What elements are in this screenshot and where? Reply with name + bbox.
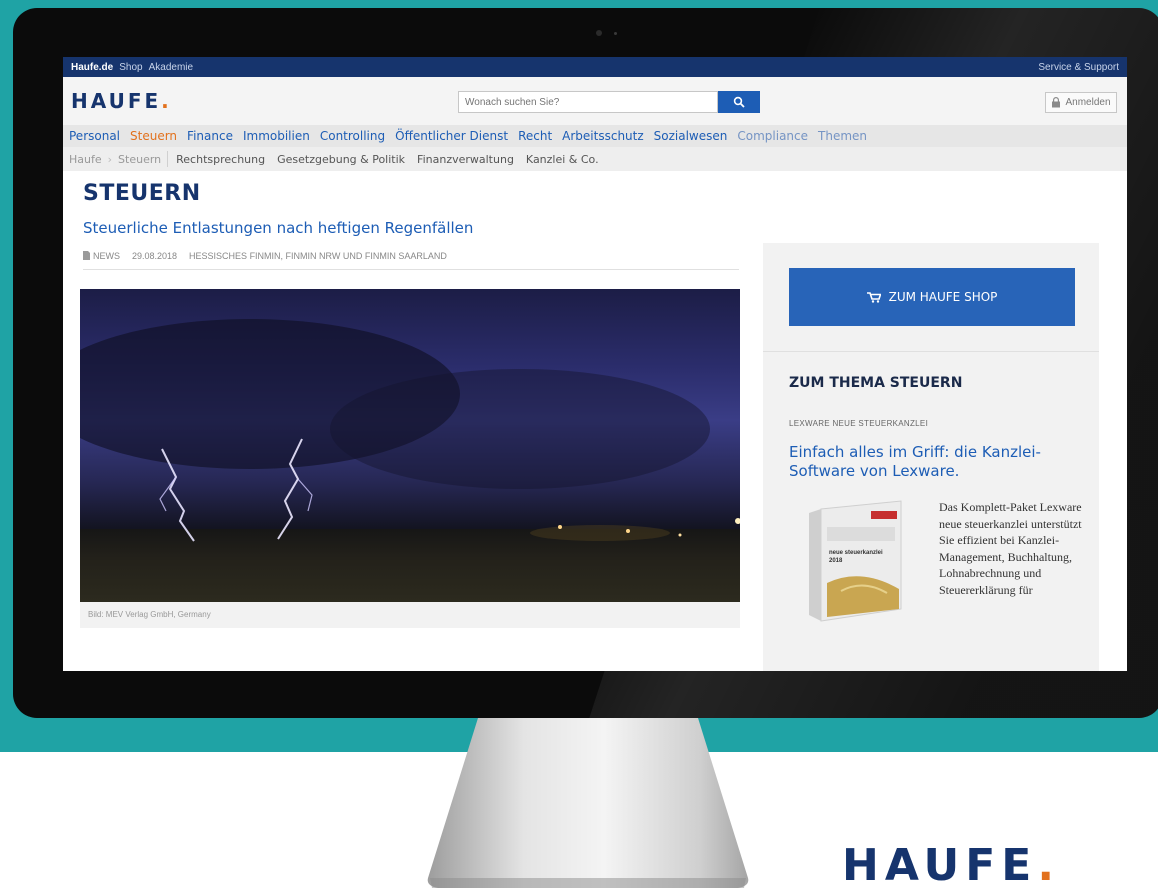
meta-type-label: NEWS xyxy=(93,251,120,261)
sidebar: ZUM HAUFE SHOP ZUM THEMA STEUERN LEXWARE… xyxy=(763,243,1099,671)
nav-item-finance[interactable]: Finance xyxy=(187,129,233,143)
camera-icon xyxy=(596,30,602,36)
brand-logo: HAUFE. xyxy=(842,840,1060,892)
sidebar-headline[interactable]: Einfach alles im Griff: die Kanzlei-Soft… xyxy=(789,443,1089,481)
logo-dot: . xyxy=(161,89,172,113)
meta-date: 29.08.2018 xyxy=(132,251,178,261)
nav-item-compliance[interactable]: Compliance xyxy=(737,129,808,143)
nav-item-recht[interactable]: Recht xyxy=(518,129,552,143)
breadcrumb-steuern[interactable]: Steuern xyxy=(118,153,161,166)
meta-source: HESSISCHES FINMIN, FINMIN NRW UND FINMIN… xyxy=(189,251,447,261)
image-caption: Bild: MEV Verlag GmbH, Germany xyxy=(80,602,740,628)
subnav-item-finanzverwaltung[interactable]: Finanzverwaltung xyxy=(417,153,514,166)
service-support-link[interactable]: Service & Support xyxy=(1038,62,1119,73)
sidebar-title: ZUM THEMA STEUERN xyxy=(789,375,963,391)
main-navigation: Personal Steuern Finance Immobilien Cont… xyxy=(63,125,1127,147)
meta-type: NEWS xyxy=(83,251,120,261)
haufe-shop-button[interactable]: ZUM HAUFE SHOP xyxy=(789,268,1075,326)
sidebar-divider xyxy=(763,351,1099,352)
nav-item-personal[interactable]: Personal xyxy=(69,129,120,143)
search-input[interactable] xyxy=(458,91,718,113)
product-box-image[interactable]: neue steuerkanzlei 2018 xyxy=(801,497,911,627)
subnav-item-rechtsprechung[interactable]: Rechtsprechung xyxy=(176,153,265,166)
site-header: HAUFE. Anmelden xyxy=(63,77,1127,125)
product-label: neue steuerkanzlei 2018 xyxy=(829,550,883,564)
shop-button-label: ZUM HAUFE SHOP xyxy=(888,290,998,304)
lock-icon xyxy=(1052,97,1061,108)
haufe-logo[interactable]: HAUFE. xyxy=(71,89,172,113)
nav-item-immobilien[interactable]: Immobilien xyxy=(243,129,310,143)
nav-item-controlling[interactable]: Controlling xyxy=(320,129,385,143)
nav-item-oeffentlicher-dienst[interactable]: Öffentlicher Dienst xyxy=(395,129,508,143)
nav-item-arbeitsschutz[interactable]: Arbeitsschutz xyxy=(562,129,644,143)
search-button[interactable] xyxy=(718,91,760,113)
article-title[interactable]: Steuerliche Entlastungen nach heftigen R… xyxy=(83,219,473,237)
subnav-item-kanzlei[interactable]: Kanzlei & Co. xyxy=(526,153,599,166)
monitor-stand xyxy=(427,718,749,888)
cart-icon xyxy=(866,291,881,303)
search-bar xyxy=(458,91,760,113)
sub-navigation: Haufe › Steuern Rechtsprechung Gesetzgeb… xyxy=(63,147,1127,171)
article-image xyxy=(80,289,740,602)
subnav-item-gesetzgebung[interactable]: Gesetzgebung & Politik xyxy=(277,153,405,166)
top-bar: Haufe.de Shop Akademie Service & Support xyxy=(63,57,1127,77)
sidebar-kicker: LEXWARE NEUE STEUERKANZLEI xyxy=(789,419,929,428)
search-icon xyxy=(733,96,745,108)
sidebar-description: Das Komplett-Paket Lexware neue steuerka… xyxy=(939,500,1082,597)
document-icon xyxy=(83,251,90,260)
nav-item-sozialwesen[interactable]: Sozialwesen xyxy=(654,129,728,143)
section-title: STEUERN xyxy=(83,181,201,206)
topbar-link-shop[interactable]: Shop xyxy=(119,62,142,73)
brand-logo-dot: . xyxy=(1037,840,1061,891)
breadcrumb-haufe[interactable]: Haufe xyxy=(69,153,102,166)
login-label: Anmelden xyxy=(1065,97,1111,108)
article-meta: NEWS 29.08.2018 HESSISCHES FINMIN, FINMI… xyxy=(83,251,447,261)
nav-item-themen[interactable]: Themen xyxy=(818,129,867,143)
brand-logo-text: HAUFE xyxy=(842,840,1038,891)
lightning-illustration xyxy=(159,438,740,542)
subnav-divider xyxy=(167,151,169,167)
topbar-link-haufe[interactable]: Haufe.de xyxy=(71,62,113,73)
meta-divider xyxy=(83,269,739,270)
nav-item-steuern[interactable]: Steuern xyxy=(130,129,177,143)
login-button[interactable]: Anmelden xyxy=(1045,92,1117,113)
browser-screen: Haufe.de Shop Akademie Service & Support… xyxy=(63,57,1127,671)
camera-sensor-icon xyxy=(614,32,617,35)
topbar-link-akademie[interactable]: Akademie xyxy=(149,62,193,73)
logo-text: HAUFE xyxy=(71,89,162,113)
chevron-right-icon: › xyxy=(107,152,113,166)
